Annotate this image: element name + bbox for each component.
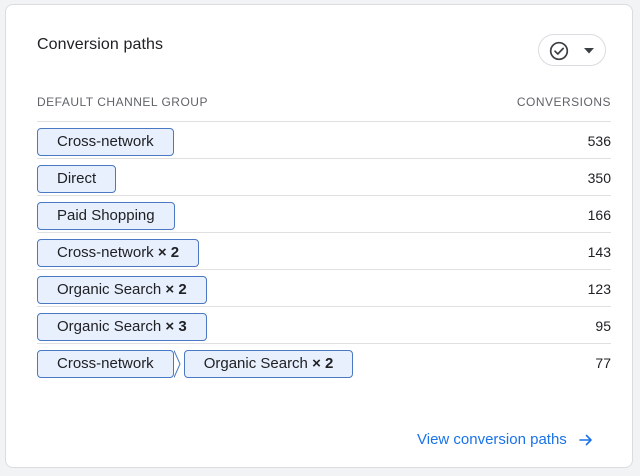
card-title: Conversion paths: [37, 36, 164, 53]
channel-chip-multiplier: × 2: [157, 244, 180, 261]
path-steps: Direct: [37, 165, 117, 193]
table-header: DEFAULT CHANNEL GROUP CONVERSIONS: [37, 95, 611, 123]
table-row: Direct 350: [37, 158, 611, 195]
channel-chip[interactable]: Cross-network: [37, 128, 174, 156]
table-row: Cross-network × 2 143: [37, 232, 611, 269]
channel-chip-label: Organic Search: [203, 355, 308, 372]
channel-chip[interactable]: Organic Search × 3: [37, 313, 207, 341]
conversion-paths-card: Conversion paths DEFAULT CHANNEL GROUP C…: [5, 4, 633, 468]
channel-chip-multiplier: × 2: [312, 355, 334, 372]
path-steps: Paid Shopping: [37, 202, 175, 230]
arrow-right-icon: [579, 434, 592, 445]
conversions-value: 95: [595, 318, 611, 334]
column-header-conversions[interactable]: CONVERSIONS: [517, 95, 611, 109]
conversions-value: 536: [587, 133, 611, 149]
channel-chip-label: Cross-network: [57, 133, 154, 150]
filter-dropdown-button[interactable]: [538, 34, 606, 66]
channel-chip[interactable]: Paid Shopping: [37, 202, 175, 230]
path-chevron-icon: [173, 350, 184, 378]
conversion-paths-table: Cross-network 536 Direct 350 Paid Shopping 16…: [37, 121, 611, 380]
channel-chip[interactable]: Cross-network × 2: [37, 239, 200, 267]
conversions-value: 143: [587, 244, 611, 260]
conversions-value: 350: [587, 170, 611, 186]
table-row: Organic Search × 2 123: [37, 269, 611, 306]
table-row: Organic Search × 3 95: [37, 306, 611, 343]
path-steps: Cross-network Organic Search × 2: [37, 350, 354, 378]
table-row: Paid Shopping 166: [37, 195, 611, 232]
path-steps: Organic Search × 2: [37, 276, 207, 304]
path-steps: Organic Search × 3: [37, 313, 207, 341]
channel-chip[interactable]: Organic Search × 2: [183, 350, 354, 378]
channel-chip-label: Paid Shopping: [57, 207, 155, 224]
channel-chip[interactable]: Cross-network: [37, 350, 174, 378]
channel-chip-label: Direct: [57, 170, 97, 187]
view-conversion-paths-link[interactable]: View conversion paths: [417, 431, 594, 448]
channel-chip-label: Organic Search: [57, 281, 162, 298]
channel-chip-multiplier: × 3: [165, 318, 187, 335]
check-circle-icon: [549, 41, 569, 61]
caret-down-icon: [584, 48, 594, 54]
channel-chip[interactable]: Direct: [37, 165, 117, 193]
channel-chip-label: Cross-network: [57, 355, 154, 372]
channel-chip-label: Organic Search: [57, 318, 162, 335]
path-steps: Cross-network: [37, 128, 174, 156]
channel-chip-multiplier: × 2: [165, 281, 187, 298]
conversions-value: 166: [587, 207, 611, 223]
conversions-value: 123: [587, 281, 611, 297]
table-row: Cross-network Organic Search × 2 77: [37, 343, 611, 380]
conversions-value: 77: [595, 355, 611, 371]
path-steps: Cross-network × 2: [37, 239, 200, 267]
channel-chip-label: Cross-network: [57, 244, 154, 261]
table-row: Cross-network 536: [37, 121, 611, 158]
channel-chip[interactable]: Organic Search × 2: [37, 276, 207, 304]
view-conversion-paths-label: View conversion paths: [417, 431, 567, 448]
column-header-channel-group: DEFAULT CHANNEL GROUP: [37, 95, 208, 109]
